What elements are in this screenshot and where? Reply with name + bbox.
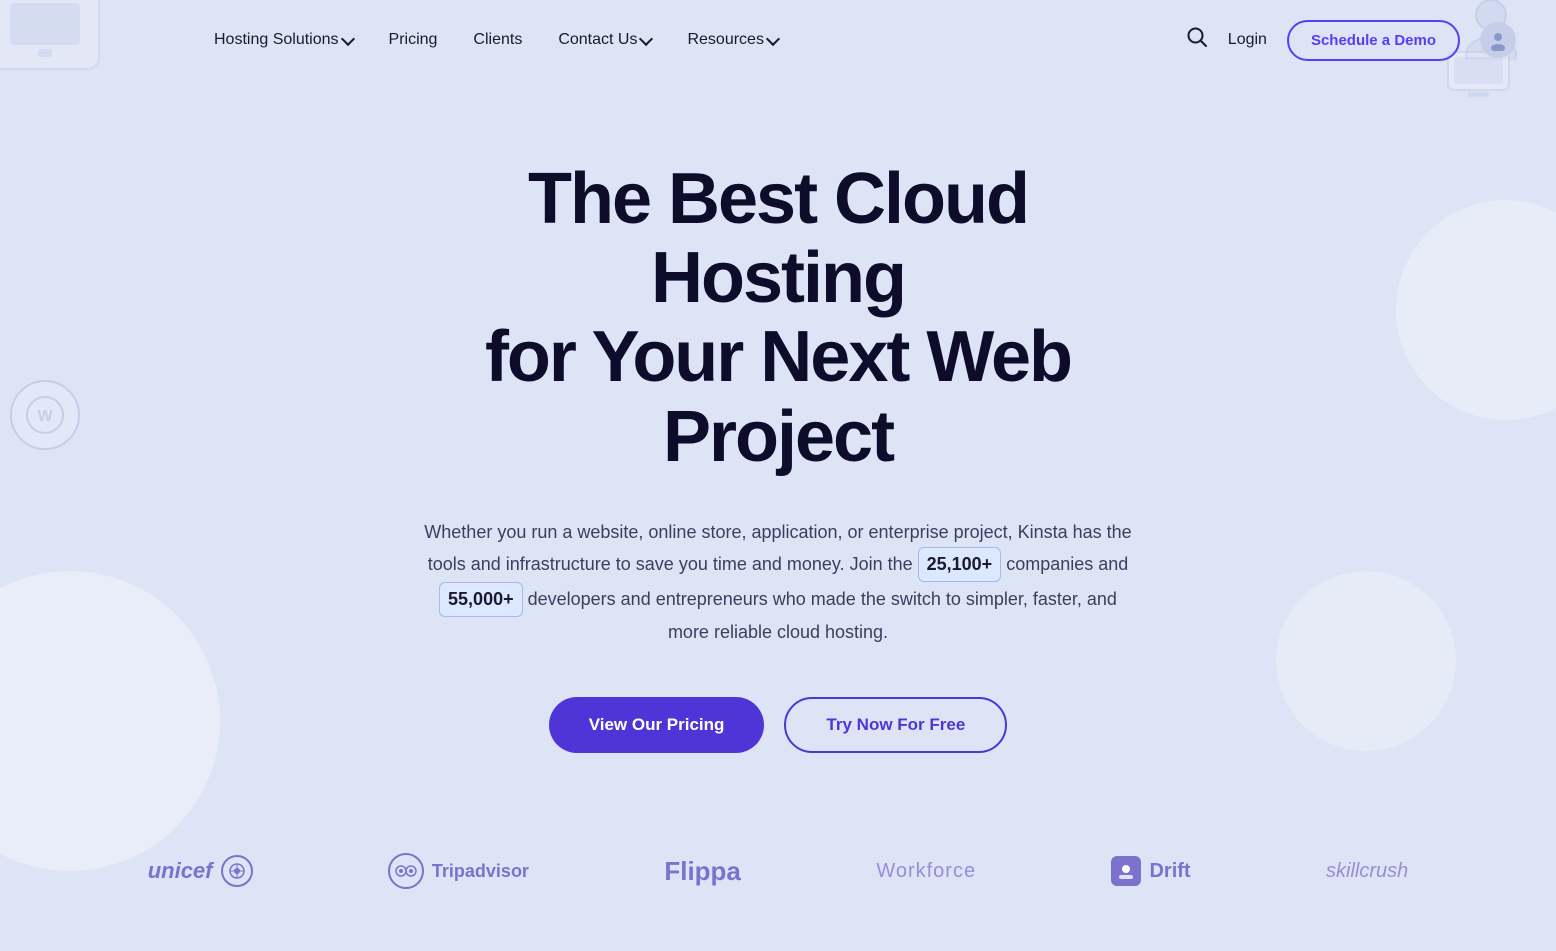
highlight-developers: 55,000+: [439, 582, 523, 617]
chevron-down-icon: [340, 31, 354, 45]
view-pricing-button[interactable]: View Our Pricing: [549, 697, 765, 753]
drift-logo-icon: [1111, 856, 1141, 886]
nav-hosting-solutions[interactable]: Hosting Solutions: [200, 23, 367, 57]
logo-skillcrush: skillcrush: [1326, 860, 1408, 883]
search-icon[interactable]: [1186, 26, 1208, 54]
nav-contact-us[interactable]: Contact Us: [544, 23, 665, 57]
try-free-button[interactable]: Try Now For Free: [784, 697, 1007, 753]
nav-clients[interactable]: Clients: [459, 23, 536, 57]
unicef-icon: unicef: [148, 858, 213, 884]
nav-links: Hosting Solutions Pricing Clients Contac…: [200, 23, 1186, 57]
chevron-down-icon: [639, 31, 653, 45]
highlight-companies: 25,100+: [918, 547, 1002, 582]
logo-flippa: Flippa: [664, 856, 741, 887]
logo-unicef: unicef: [148, 855, 253, 887]
nav-right-actions: Login Schedule a Demo: [1186, 20, 1516, 61]
tripadvisor-logo-icon: [388, 853, 424, 889]
logo-workforce: Workforce: [876, 860, 976, 883]
hero-section: The Best Cloud Hosting for Your Next Web…: [0, 80, 1556, 813]
schedule-demo-button[interactable]: Schedule a Demo: [1287, 20, 1460, 61]
nav-resources[interactable]: Resources: [673, 23, 791, 57]
nav-pricing[interactable]: Pricing: [375, 23, 452, 57]
site-logo[interactable]: [40, 18, 150, 62]
client-logos-strip: unicef Tripadvisor Flippa Workforce: [0, 813, 1556, 929]
hero-subtitle: Whether you run a website, online store,…: [418, 517, 1138, 647]
navigation: Hosting Solutions Pricing Clients Contac…: [0, 0, 1556, 80]
hero-cta-buttons: View Our Pricing Try Now For Free: [549, 697, 1008, 753]
hero-title: The Best Cloud Hosting for Your Next Web…: [403, 160, 1153, 477]
login-link[interactable]: Login: [1228, 31, 1267, 49]
unicef-logo-icon: [221, 855, 253, 887]
logo-drift: Drift: [1111, 856, 1190, 886]
avatar[interactable]: [1480, 22, 1516, 58]
chevron-down-icon: [766, 31, 780, 45]
logo-tripadvisor: Tripadvisor: [388, 853, 529, 889]
